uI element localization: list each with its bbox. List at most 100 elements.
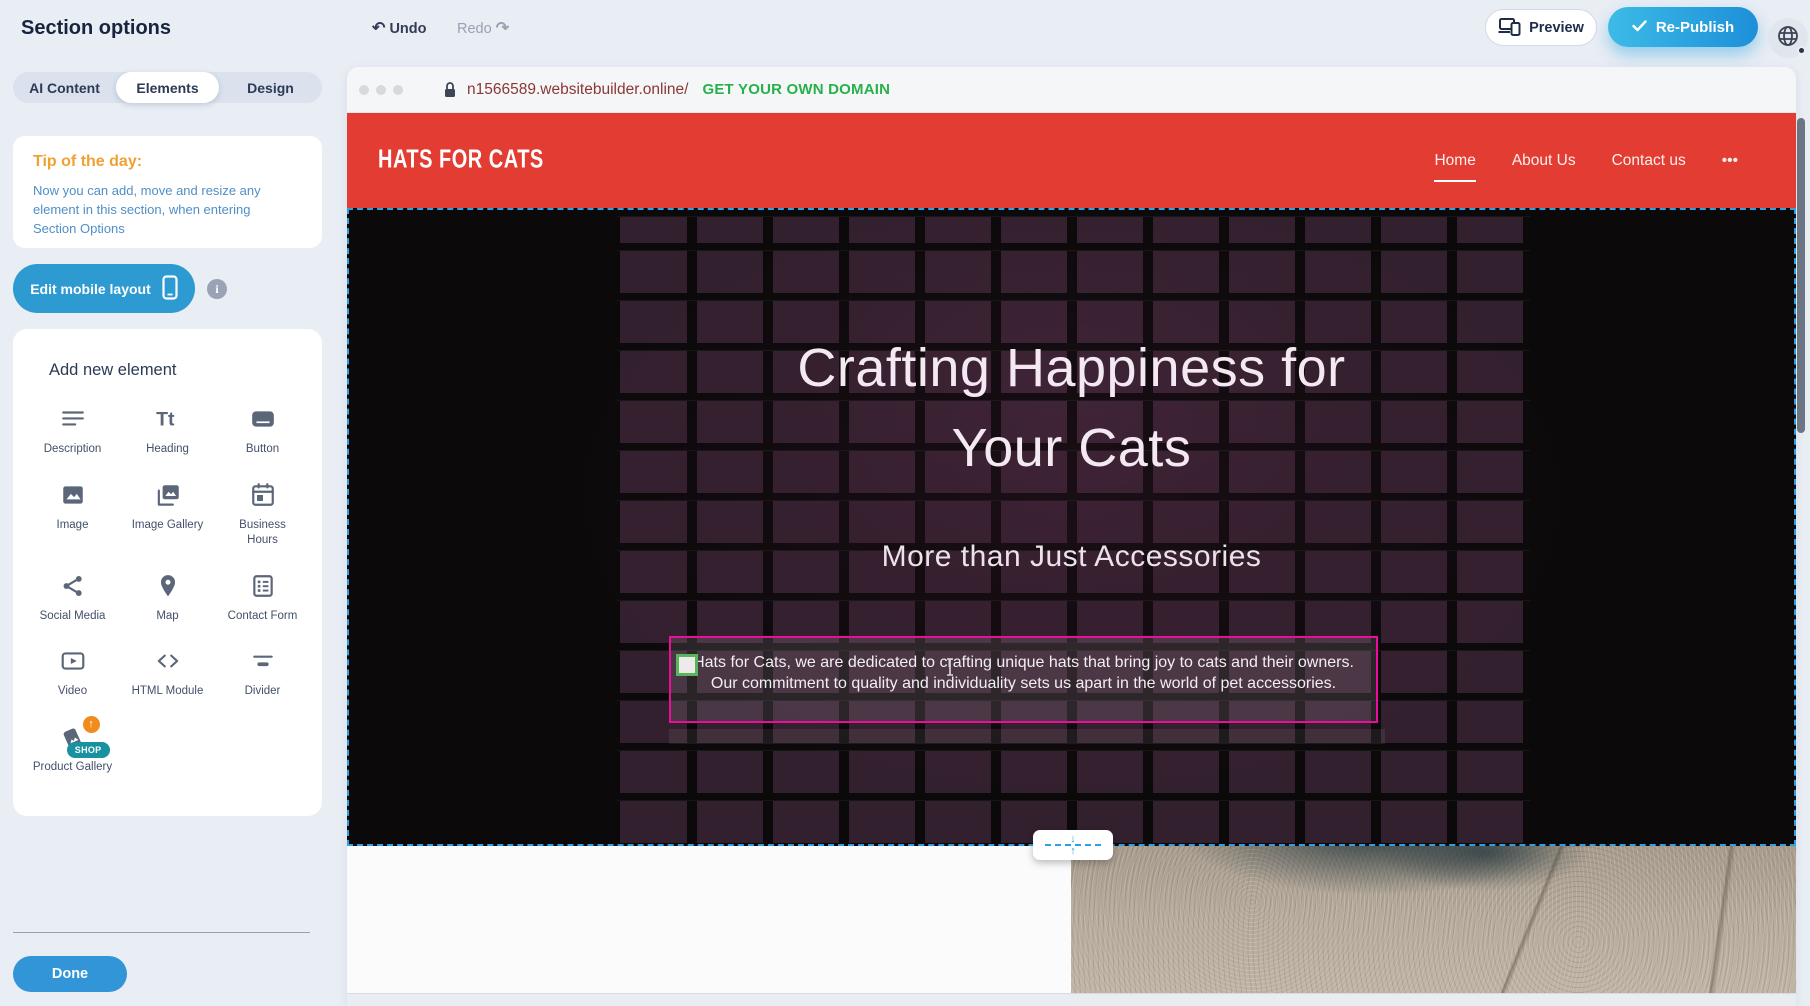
done-button[interactable]: Done [13, 956, 127, 992]
site-header: HATS FOR CATS Home About Us Contact us ••• [347, 113, 1796, 208]
map-icon [155, 573, 181, 603]
browser-dot [359, 85, 369, 95]
hero-paragraph: Hats for Cats, we are dedicated to craft… [671, 652, 1376, 694]
add-element-button[interactable]: Button [215, 406, 310, 458]
section-resize-handle[interactable]: ↓ ↑ [1033, 830, 1113, 860]
sidebar: AI Content Elements Design Tip of the da… [0, 60, 334, 1006]
republish-label: Re-Publish [1656, 19, 1734, 36]
next-section-white-area[interactable] [347, 846, 1071, 1006]
add-element-image[interactable]: Image [25, 482, 120, 549]
info-button[interactable]: i [207, 279, 227, 299]
sidebar-tabs: AI Content Elements Design [13, 72, 322, 103]
description-icon [60, 406, 86, 436]
edit-mobile-layout-label: Edit mobile layout [30, 281, 151, 297]
nav-item-0[interactable]: Home [1434, 152, 1475, 182]
element-label: Map [156, 609, 178, 625]
element-label: Heading [146, 442, 189, 458]
edit-mobile-layout-button[interactable]: Edit mobile layout [13, 264, 195, 313]
check-icon [1632, 19, 1647, 36]
tab-design[interactable]: Design [219, 72, 322, 103]
vertical-scrollbar[interactable] [1797, 118, 1805, 433]
hero-heading[interactable]: Crafting Happiness for Your Cats [349, 328, 1794, 488]
element-label: Product Gallery [33, 760, 112, 776]
element-label: Video [58, 684, 87, 700]
add-new-element-card: Add new element Description Tt Heading Butt… [13, 329, 322, 816]
hero-heading-line2: Your Cats [349, 408, 1794, 488]
element-label: Business Hours [223, 518, 303, 549]
element-label: Divider [245, 684, 281, 700]
tip-title: Tip of the day: [33, 153, 302, 171]
add-element-video[interactable]: Video [25, 648, 120, 700]
add-element-description[interactable]: Description [25, 406, 120, 458]
element-label: Contact Form [228, 609, 298, 625]
next-section [347, 846, 1796, 1006]
next-section-photo[interactable] [1071, 846, 1796, 1006]
add-element-divider[interactable]: Divider [215, 648, 310, 700]
add-new-element-title: Add new element [25, 361, 310, 380]
add-element-image-gallery[interactable]: Image Gallery [120, 482, 215, 549]
contact-form-icon [250, 573, 276, 603]
topbar: Section options ↶ Undo Redo ↷ Preview Re… [0, 0, 1810, 60]
site-preview-frame: n1566589.websitebuilder.online/ GET YOUR… [347, 67, 1796, 1006]
redo-icon: ↷ [496, 20, 509, 37]
nav-item-3[interactable]: ••• [1722, 152, 1738, 170]
nav-item-1[interactable]: About Us [1512, 152, 1576, 170]
svg-text:Tt: Tt [156, 409, 175, 431]
website-builder-app: Section options ↶ Undo Redo ↷ Preview Re… [0, 0, 1810, 1006]
preview-button[interactable]: Preview [1485, 9, 1597, 46]
add-element-heading[interactable]: Tt Heading [120, 406, 215, 458]
hero-heading-line1: Crafting Happiness for [349, 328, 1794, 408]
page-title: Section options [21, 17, 171, 40]
site-logo[interactable]: HATS FOR CATS [378, 146, 544, 176]
devices-icon [1498, 16, 1521, 40]
sidebar-divider [13, 932, 310, 933]
shop-badge: SHOP [67, 742, 110, 758]
element-label: Description [44, 442, 102, 458]
add-element-map[interactable]: Map [120, 573, 215, 625]
add-element-contact-form[interactable]: Contact Form [215, 573, 310, 625]
element-label: Social Media [40, 609, 106, 625]
browser-tab-dots [359, 85, 403, 95]
hero-section-selected[interactable]: Crafting Happiness for Your Cats More th… [347, 208, 1796, 846]
horizontal-scrollbar[interactable] [347, 993, 1796, 1006]
get-your-own-domain-link[interactable]: GET YOUR OWN DOMAIN [702, 81, 890, 98]
element-label: HTML Module [132, 684, 204, 700]
element-selection-handle[interactable] [676, 654, 698, 676]
element-label: Image Gallery [132, 518, 204, 534]
selected-text-element[interactable]: Hats for Cats, we are dedicated to craft… [669, 636, 1378, 723]
undo-icon: ↶ [372, 20, 385, 37]
element-label: Image [57, 518, 89, 534]
republish-button[interactable]: Re-Publish [1608, 7, 1758, 47]
text-cursor [945, 658, 955, 681]
arrow-up-icon: ↑ [1070, 847, 1076, 855]
add-element-html-module[interactable]: HTML Module [120, 648, 215, 700]
add-element-business-hours[interactable]: Business Hours [215, 482, 310, 549]
upgrade-arrow-icon: ↑ [83, 716, 100, 733]
lock-icon [443, 81, 457, 98]
tip-body: Now you can add, move and resize any ele… [33, 181, 288, 239]
site-url[interactable]: n1566589.websitebuilder.online/ [467, 81, 688, 99]
hero-subheading[interactable]: More than Just Accessories [349, 540, 1794, 574]
language-globe-button[interactable] [1768, 18, 1808, 58]
add-element-social-media[interactable]: Social Media [25, 573, 120, 625]
browser-bar: n1566589.websitebuilder.online/ GET YOUR… [347, 67, 1796, 113]
tab-ai-content[interactable]: AI Content [13, 72, 116, 103]
element-label: Button [246, 442, 279, 458]
image-gallery-icon [154, 482, 182, 512]
html-module-icon [154, 648, 182, 678]
redo-button[interactable]: Redo ↷ [457, 18, 509, 38]
preview-label: Preview [1529, 20, 1584, 36]
divider-icon [250, 648, 276, 678]
add-element-product-gallery[interactable]: ↑SHOPProduct Gallery [25, 724, 120, 776]
undo-button[interactable]: ↶ Undo [372, 18, 426, 38]
button-icon [250, 406, 276, 436]
arrow-down-icon: ↓ [1070, 835, 1076, 843]
hero-paragraph-line2: Our commitment to quality and individual… [671, 673, 1376, 694]
video-icon [60, 648, 86, 678]
nav-item-2[interactable]: Contact us [1612, 152, 1686, 170]
heading-icon: Tt [155, 406, 181, 436]
image-icon [60, 482, 86, 512]
tab-elements[interactable]: Elements [116, 72, 219, 103]
site-nav: Home About Us Contact us ••• [1434, 113, 1738, 208]
element-grid: Description Tt Heading Button Image Image Gal… [25, 406, 310, 775]
